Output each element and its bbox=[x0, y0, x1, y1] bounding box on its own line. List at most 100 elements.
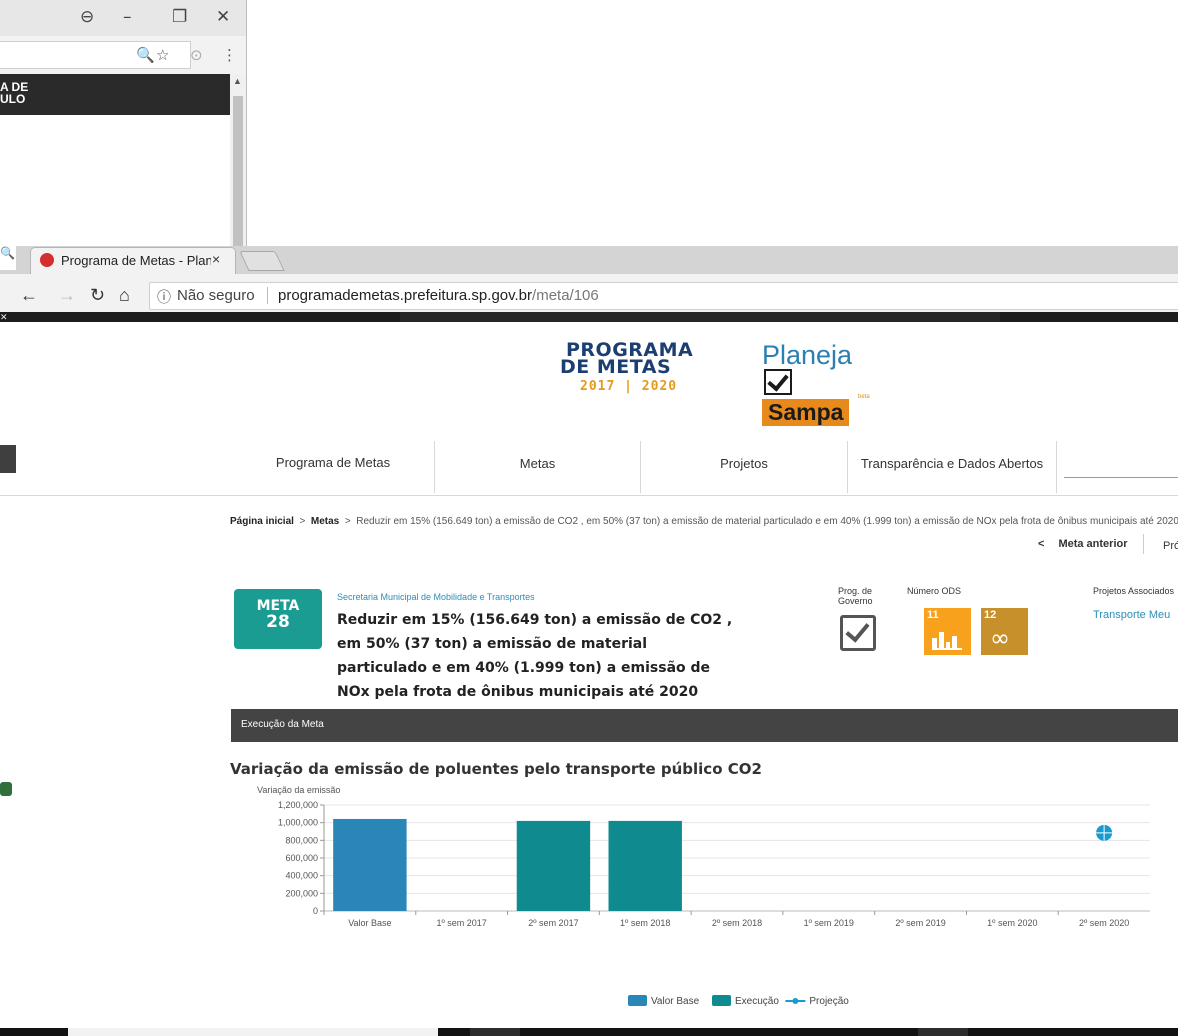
x-tick-label: 2º sem 2019 bbox=[895, 918, 945, 928]
background-titlebar: ⊖ – ❐ ✕ bbox=[0, 0, 246, 36]
x-tick-label: 1º sem 2019 bbox=[804, 918, 854, 928]
ods-11-badge[interactable]: 11 bbox=[924, 608, 971, 655]
bar-execução bbox=[608, 820, 682, 911]
security-label[interactable]: Não seguro bbox=[177, 287, 255, 304]
search-icon: 🔍 bbox=[0, 246, 16, 270]
meta-badge-label: META bbox=[256, 598, 300, 614]
prog-governo-label: Prog. de Governo bbox=[838, 586, 882, 606]
legend-swatch-dot bbox=[792, 998, 799, 1004]
x-tick-label: 1º sem 2020 bbox=[987, 918, 1037, 928]
x-tick-label: 2º sem 2017 bbox=[528, 918, 578, 928]
legend-swatch bbox=[628, 995, 647, 1006]
y-tick-label: 1,200,000 bbox=[278, 800, 318, 810]
previous-meta-link[interactable]: < Meta anterior bbox=[1038, 538, 1128, 550]
programa-de-metas-logo[interactable]: PROGRAMA DE METAS 2017 | 2020 bbox=[560, 341, 693, 402]
ods-number: 12 bbox=[984, 609, 997, 621]
y-tick-label: 400,000 bbox=[285, 871, 318, 881]
taskbar-app-icon[interactable] bbox=[470, 1028, 520, 1036]
site-top-strip-center bbox=[400, 312, 1000, 322]
nav-bottom-border bbox=[0, 495, 1178, 496]
meta-number-badge: META 28 bbox=[234, 589, 322, 649]
forward-arrow-icon[interactable]: → bbox=[58, 285, 76, 306]
y-tick-label: 200,000 bbox=[285, 888, 318, 898]
extension-icon[interactable]: ⊙ bbox=[190, 46, 203, 64]
legend-swatch bbox=[712, 995, 731, 1006]
taskbar-search-field[interactable] bbox=[68, 1028, 438, 1036]
projetos-associados-label: Projetos Associados bbox=[1093, 586, 1175, 596]
breadcrumb-separator: > bbox=[344, 516, 351, 527]
tab-close-icon[interactable]: × bbox=[212, 251, 220, 267]
execucao-label: Execução da Meta bbox=[241, 719, 324, 730]
y-tick-label: 800,000 bbox=[285, 835, 318, 845]
previous-meta-label: Meta anterior bbox=[1058, 538, 1128, 550]
ods-number: 11 bbox=[927, 609, 939, 621]
nav-transparencia[interactable]: Transparência e Dados Abertos bbox=[848, 441, 1056, 493]
legend-label: Execução bbox=[735, 996, 779, 1007]
logo-sampa-text: Sampa bbox=[762, 399, 850, 426]
y-tick-label: 0 bbox=[313, 906, 318, 916]
account-icon[interactable]: ⊖ bbox=[80, 7, 94, 27]
x-tick-label: 1º sem 2017 bbox=[437, 918, 487, 928]
x-tick-label: Valor Base bbox=[348, 918, 391, 928]
left-panel-stub bbox=[0, 445, 16, 473]
logo-years: 2017 | 2020 bbox=[580, 379, 678, 394]
x-tick-label: 1º sem 2018 bbox=[620, 918, 670, 928]
legend-label: Projeção bbox=[809, 996, 849, 1007]
planeja-sampa-logo[interactable]: Planeja Sampa beta bbox=[762, 340, 872, 426]
zoom-icon[interactable]: 🔍 bbox=[136, 46, 155, 64]
close-window-icon[interactable]: ✕ bbox=[216, 7, 230, 27]
legend-label: Valor Base bbox=[651, 996, 700, 1007]
scroll-up-arrow-icon[interactable]: ▲ bbox=[233, 76, 242, 86]
logo-planeja-text: Planeja bbox=[762, 340, 853, 370]
background-address-bar: 🔍 ☆ ⊙ ⋮ bbox=[0, 36, 246, 75]
minimize-icon[interactable]: – bbox=[123, 7, 132, 27]
check-icon bbox=[840, 615, 876, 651]
bar-execução bbox=[516, 820, 591, 911]
restore-icon[interactable]: ❐ bbox=[172, 7, 187, 27]
projeto-associado-link[interactable]: Transporte Meu bbox=[1093, 609, 1170, 621]
meta-badge-number: 28 bbox=[266, 612, 290, 632]
collapse-arrow-icon: ✕ bbox=[0, 312, 8, 322]
chevron-left-icon: < bbox=[1038, 538, 1045, 550]
breadcrumb-home[interactable]: Página inicial bbox=[230, 516, 294, 527]
prog-governo-text: Prog. de Governo bbox=[838, 586, 873, 606]
logo-beta: beta bbox=[858, 394, 870, 400]
y-axis-label: Variação da emissão bbox=[257, 785, 340, 795]
secretaria-label[interactable]: Secretaria Municipal de Mobilidade e Tra… bbox=[337, 592, 535, 602]
background-scroll-thumb[interactable] bbox=[233, 96, 243, 246]
projection-point bbox=[1096, 824, 1113, 841]
nav-search-input[interactable] bbox=[1064, 477, 1178, 478]
ods-label: Número ODS bbox=[907, 586, 962, 596]
background-page-header: A DE ULO bbox=[0, 74, 230, 115]
nav-metas[interactable]: Metas bbox=[435, 441, 640, 493]
nav-projetos[interactable]: Projetos bbox=[641, 441, 847, 493]
bar-valor-base bbox=[333, 818, 407, 911]
breadcrumb: Página inicial > Metas > Reduzir em 15% … bbox=[230, 516, 1178, 527]
info-icon[interactable]: ⓘ bbox=[157, 287, 171, 307]
x-tick-label: 2º sem 2020 bbox=[1079, 918, 1129, 928]
site-favicon-icon bbox=[40, 253, 54, 267]
meta-description: Reduzir em 15% (156.649 ton) a emissão d… bbox=[337, 612, 733, 700]
reload-icon[interactable]: ↻ bbox=[90, 285, 105, 306]
home-icon[interactable]: ⌂ bbox=[119, 285, 130, 306]
next-meta-link[interactable]: Pró bbox=[1163, 540, 1178, 552]
breadcrumb-metas[interactable]: Metas bbox=[311, 516, 339, 527]
url-text[interactable]: programademetas.prefeitura.sp.gov.br/met… bbox=[278, 287, 599, 304]
back-arrow-icon[interactable]: ← bbox=[20, 285, 38, 306]
ods-12-badge[interactable]: 12 ∞ bbox=[981, 608, 1028, 655]
bookmark-star-icon[interactable]: ☆ bbox=[156, 46, 169, 64]
nav-programa-de-metas[interactable]: Programa de Metas bbox=[232, 441, 434, 493]
breadcrumb-separator: > bbox=[299, 516, 306, 527]
execucao-section-header[interactable] bbox=[231, 709, 1178, 742]
tab-title: Programa de Metas - Plan bbox=[61, 253, 211, 268]
city-buildings-icon bbox=[932, 628, 962, 650]
breadcrumb-current: Reduzir em 15% (156.649 ton) a emissão d… bbox=[356, 516, 1178, 527]
infinity-icon: ∞ bbox=[990, 624, 1010, 652]
menu-kebab-icon[interactable]: ⋮ bbox=[222, 46, 237, 64]
y-tick-label: 1,000,000 bbox=[278, 818, 318, 828]
chart-title: Variação da emissão de poluentes pelo tr… bbox=[230, 760, 762, 778]
background-header-line: A DE bbox=[0, 80, 29, 94]
x-tick-label: 2º sem 2018 bbox=[712, 918, 762, 928]
taskbar-app-icon[interactable] bbox=[918, 1028, 968, 1036]
pager-divider bbox=[1143, 534, 1144, 554]
